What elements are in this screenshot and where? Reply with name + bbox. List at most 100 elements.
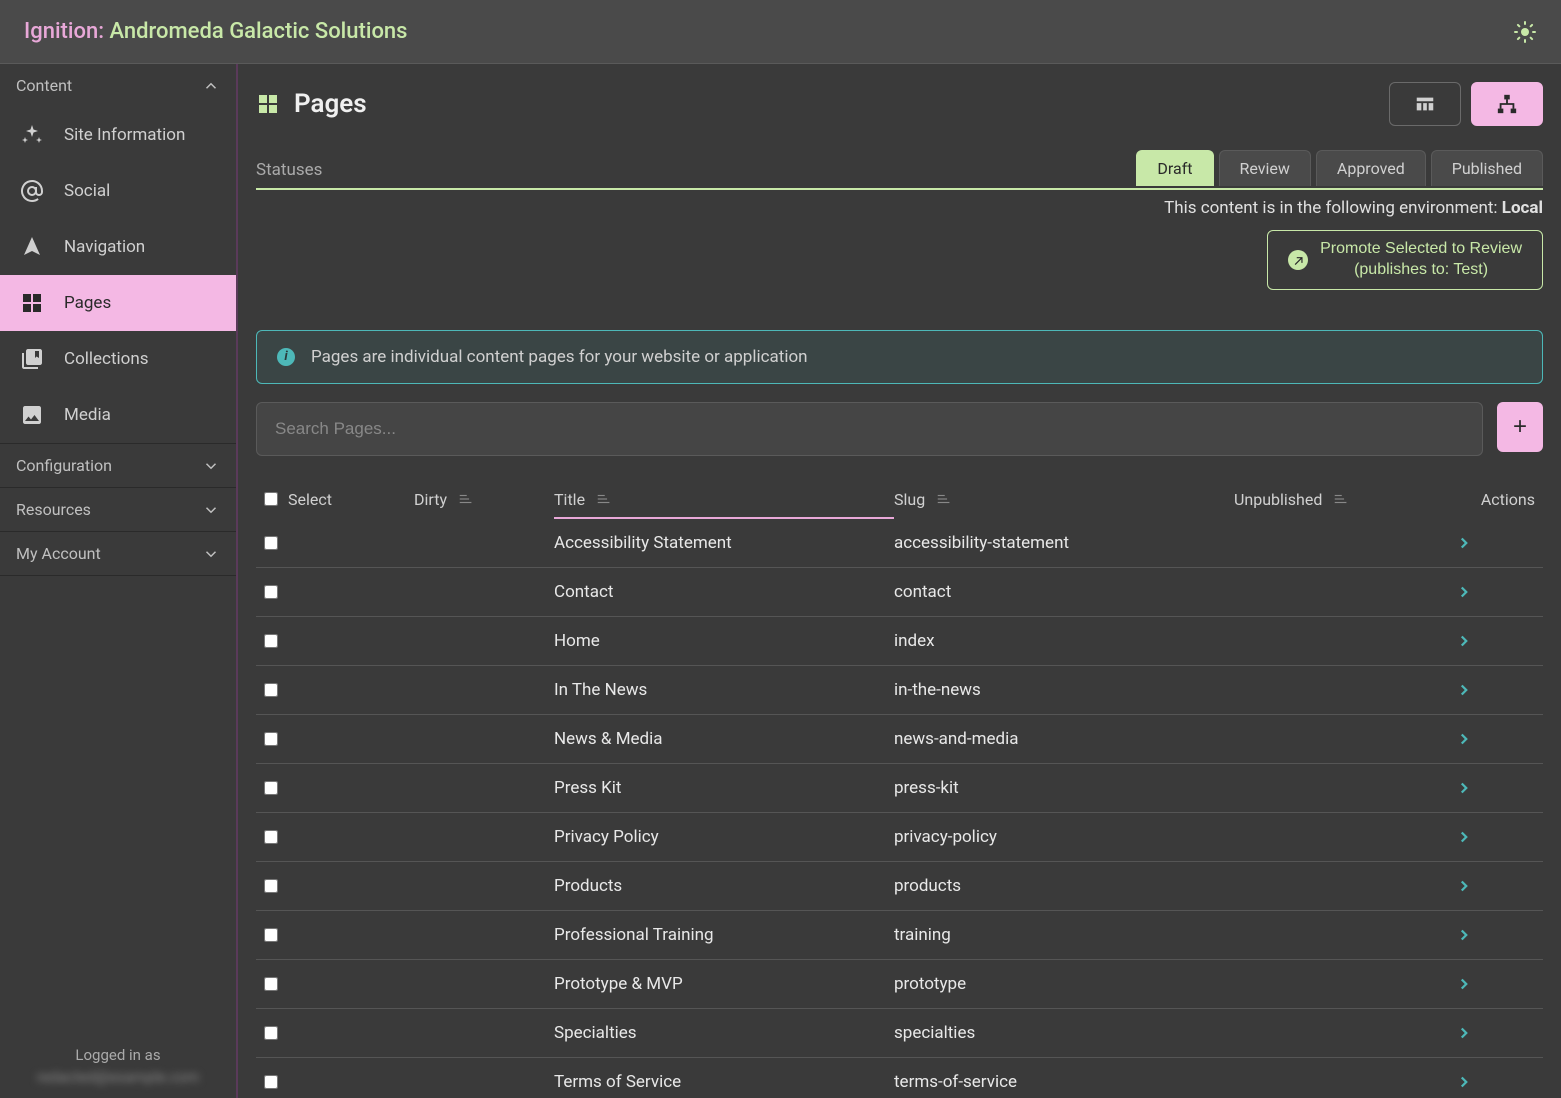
table-row[interactable]: Accessibility Statementaccessibility-sta… [256,519,1543,568]
chevron-down-icon [202,457,220,475]
status-tab-draft[interactable]: Draft [1136,150,1213,186]
sidebar-item-pages[interactable]: Pages [0,275,236,331]
cell-slug: contact [894,582,1234,602]
sidebar-item-site-information[interactable]: Site Information [0,107,236,163]
table-view-button[interactable] [1389,82,1461,126]
sidebar-item-collections[interactable]: Collections [0,331,236,387]
column-header-title[interactable]: Title [554,490,894,519]
select-all-checkbox[interactable] [264,492,278,506]
sidebar-item-label: Media [64,405,111,425]
content-area: Pages Statuses Draft Review [238,64,1561,1098]
section-label: Configuration [16,456,112,475]
project-label: Andromeda Galactic Solutions [110,19,408,44]
search-input[interactable] [256,402,1483,456]
sidebar-item-navigation[interactable]: Navigation [0,219,236,275]
chevron-right-icon [1455,1024,1535,1042]
promote-button[interactable]: Promote Selected to Review (publishes to… [1267,230,1543,290]
cell-slug: press-kit [894,778,1234,798]
sidebar-footer: Logged in as redacted@example.com [0,1034,236,1098]
table-row[interactable]: Press Kitpress-kit [256,764,1543,813]
row-action-button[interactable] [1455,926,1535,944]
row-action-button[interactable] [1455,877,1535,895]
column-header-unpublished[interactable]: Unpublished [1234,490,1455,509]
cell-slug: terms-of-service [894,1072,1234,1092]
sidebar-item-media[interactable]: Media [0,387,236,443]
promote-row: Promote Selected to Review (publishes to… [256,230,1543,290]
sidebar-section-configuration: Configuration [0,444,236,488]
status-tab-published[interactable]: Published [1431,150,1543,186]
table-row[interactable]: In The Newsin-the-news [256,666,1543,715]
status-tab-review[interactable]: Review [1219,150,1311,186]
sidebar-section-header-my-account[interactable]: My Account [0,532,236,575]
environment-value: Local [1502,198,1543,218]
table-row[interactable]: Privacy Policyprivacy-policy [256,813,1543,862]
row-checkbox[interactable] [264,928,278,942]
col-label: Slug [894,490,925,509]
row-checkbox[interactable] [264,585,278,599]
promote-text: Promote Selected to Review (publishes to… [1320,239,1522,281]
add-page-button[interactable]: + [1497,402,1543,452]
logged-in-user: redacted@example.com [12,1068,224,1086]
table-row[interactable]: Professional Trainingtraining [256,911,1543,960]
row-action-button[interactable] [1455,1024,1535,1042]
statuses-row: Statuses Draft Review Approved Published [256,150,1543,190]
row-action-button[interactable] [1455,828,1535,846]
row-checkbox[interactable] [264,1075,278,1089]
column-header-slug[interactable]: Slug [894,490,1234,509]
sidebar-section-header-content[interactable]: Content [0,64,236,107]
column-header-actions: Actions [1455,490,1535,509]
cell-title: In The News [554,680,894,700]
chevron-right-icon [1455,681,1535,699]
cell-slug: in-the-news [894,680,1234,700]
sort-icon [457,492,473,506]
table-row[interactable]: Prototype & MVPprototype [256,960,1543,1009]
table-row[interactable]: Productsproducts [256,862,1543,911]
row-checkbox[interactable] [264,1026,278,1040]
table-row[interactable]: Specialtiesspecialties [256,1009,1543,1058]
sparkles-icon [20,123,44,147]
table-row[interactable]: Terms of Serviceterms-of-service [256,1058,1543,1098]
row-checkbox[interactable] [264,977,278,991]
cell-title: Privacy Policy [554,827,894,847]
table-row[interactable]: Homeindex [256,617,1543,666]
row-checkbox[interactable] [264,536,278,550]
chevron-right-icon [1455,779,1535,797]
promote-line1: Promote Selected to Review [1320,239,1522,260]
row-action-button[interactable] [1455,779,1535,797]
chevron-right-icon [1455,534,1535,552]
row-action-button[interactable] [1455,730,1535,748]
row-action-button[interactable] [1455,632,1535,650]
row-checkbox[interactable] [264,830,278,844]
row-checkbox[interactable] [264,683,278,697]
chevron-right-icon [1455,828,1535,846]
row-checkbox[interactable] [264,634,278,648]
row-action-button[interactable] [1455,583,1535,601]
environment-line: This content is in the following environ… [256,198,1543,218]
row-action-button[interactable] [1455,1073,1535,1091]
sidebar-item-label: Social [64,181,110,201]
col-label: Select [288,490,332,509]
sidebar-section-header-configuration[interactable]: Configuration [0,444,236,487]
row-action-button[interactable] [1455,975,1535,993]
chevron-right-icon [1455,926,1535,944]
row-checkbox[interactable] [264,879,278,893]
tree-view-button[interactable] [1471,82,1543,126]
page-header: Pages [256,82,1543,126]
cell-title: Specialties [554,1023,894,1043]
row-checkbox[interactable] [264,781,278,795]
row-action-button[interactable] [1455,534,1535,552]
theme-toggle-button[interactable] [1513,20,1537,44]
table-row[interactable]: Contactcontact [256,568,1543,617]
navigation-icon [20,235,44,259]
row-checkbox[interactable] [264,732,278,746]
row-action-button[interactable] [1455,681,1535,699]
status-tab-approved[interactable]: Approved [1316,150,1426,186]
column-header-dirty[interactable]: Dirty [414,490,554,509]
chevron-right-icon [1455,1073,1535,1091]
cell-title: Products [554,876,894,896]
column-header-select[interactable]: Select [264,490,414,509]
table-body: Accessibility Statementaccessibility-sta… [256,519,1543,1098]
sidebar-section-header-resources[interactable]: Resources [0,488,236,531]
table-row[interactable]: News & Medianews-and-media [256,715,1543,764]
sidebar-item-social[interactable]: Social [0,163,236,219]
